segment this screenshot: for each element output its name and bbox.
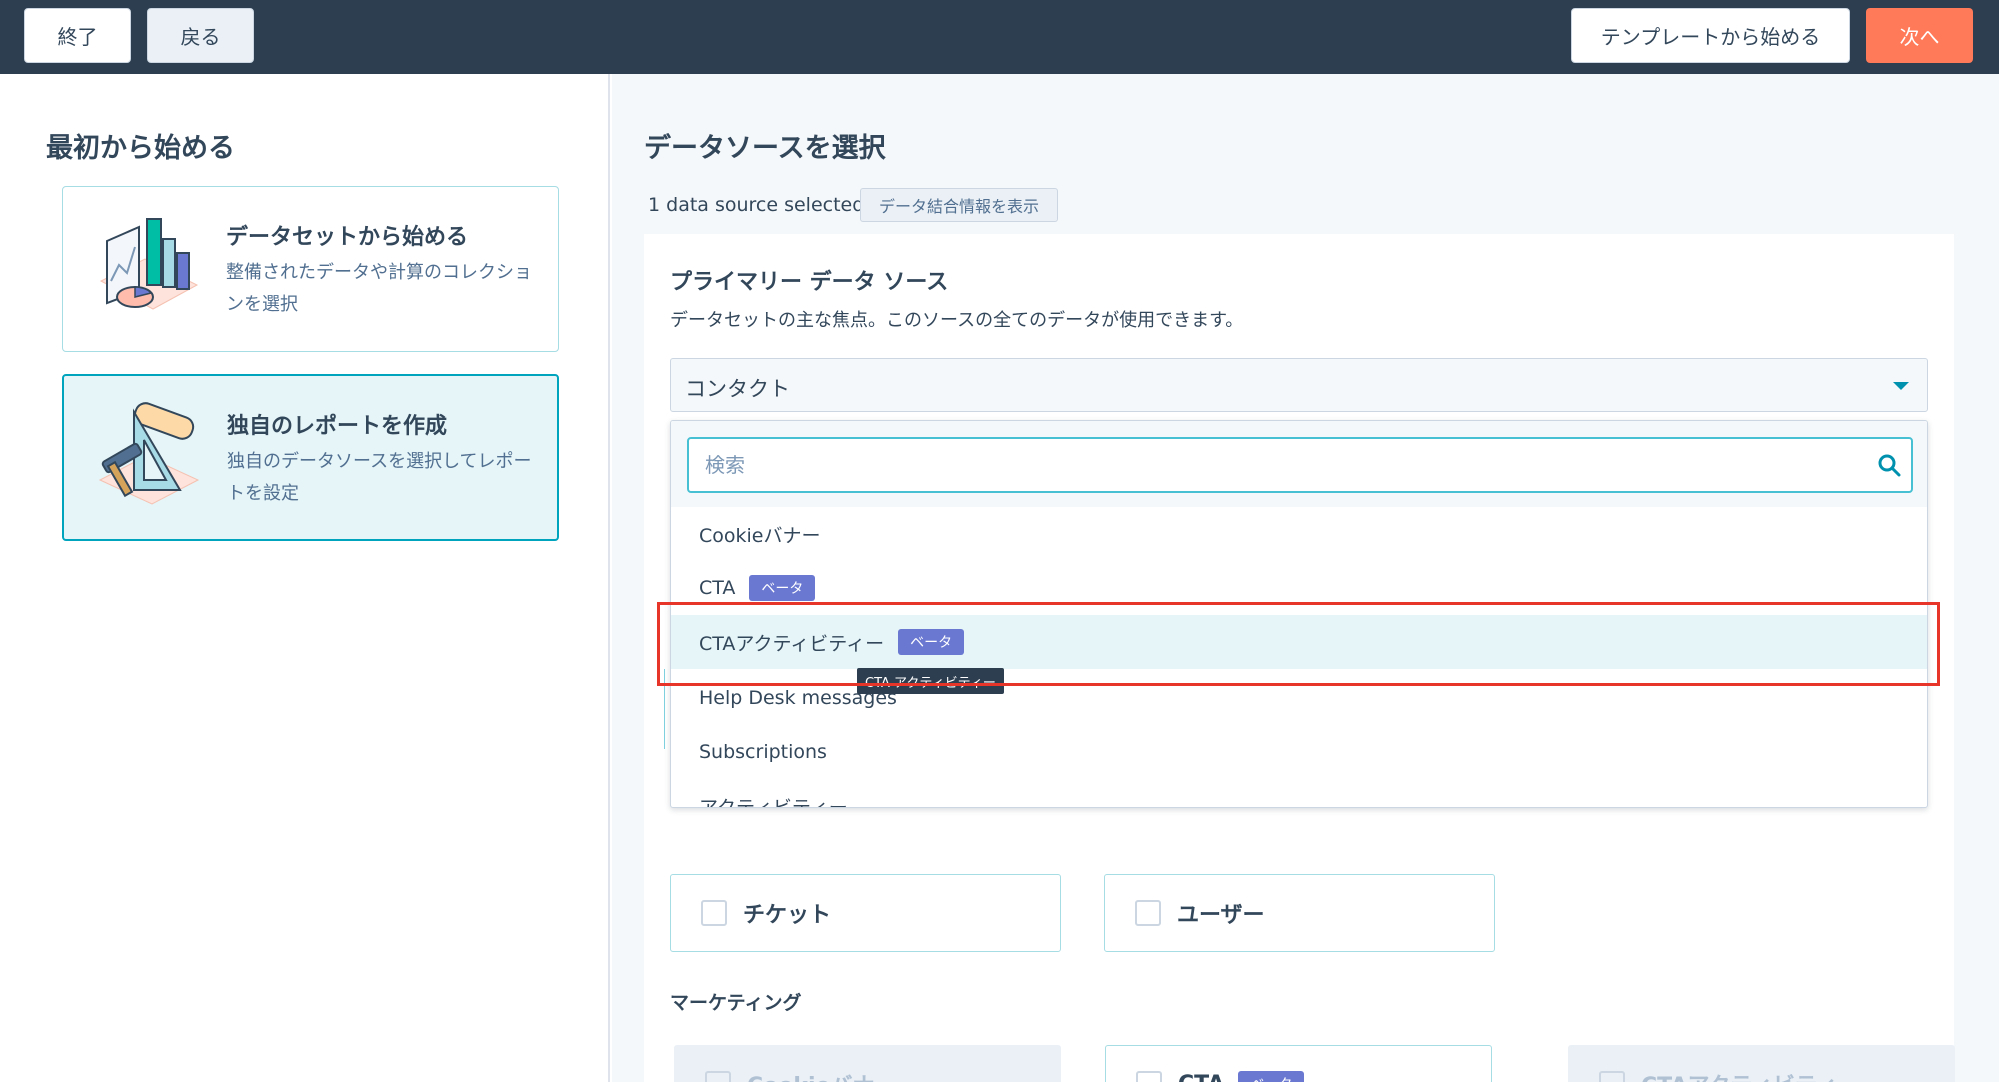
cta-checkbox[interactable] xyxy=(1136,1071,1162,1082)
search-icon[interactable] xyxy=(1877,453,1901,477)
data-source-dropdown: Cookieバナー CTA ベータ CTAアクティビティー ベータ Help D… xyxy=(670,420,1928,808)
marketing-section-label: マーケティング xyxy=(670,992,802,1014)
view-join-info-button[interactable]: データ結合情報を表示 xyxy=(860,188,1058,222)
dropdown-item-label: Cookieバナー xyxy=(699,524,821,547)
cookie-banner-checkbox xyxy=(705,1071,731,1082)
data-source-title: データソースを選択 xyxy=(644,133,886,164)
custom-report-title: 独自のレポートを作成 xyxy=(227,414,448,439)
ticket-label: チケット xyxy=(743,903,832,928)
primary-source-select[interactable]: コンタクト xyxy=(670,358,1928,412)
dataset-chart-icon xyxy=(99,218,199,310)
cta-activity-checkbox xyxy=(1599,1071,1625,1082)
dropdown-search-input[interactable] xyxy=(687,437,1913,493)
next-button[interactable]: 次へ xyxy=(1866,8,1973,63)
dropdown-item-label: アクティビティー xyxy=(699,796,848,808)
object-card-ticket[interactable]: チケット xyxy=(670,874,1061,952)
beta-badge: ベータ xyxy=(749,575,816,601)
dropdown-item-cta-activity[interactable]: CTAアクティビティー ベータ xyxy=(671,615,1927,669)
dropdown-item-activity[interactable]: アクティビティー xyxy=(671,779,1927,808)
caret-down-icon xyxy=(1893,382,1909,390)
ruler-tools-icon xyxy=(98,402,200,505)
dropdown-search-area xyxy=(671,421,1927,507)
top-bar: 終了 戻る テンプレートから始める 次へ xyxy=(0,0,1999,74)
dropdown-item-subscriptions[interactable]: Subscriptions xyxy=(671,725,1927,779)
dropdown-item-label: CTA xyxy=(699,577,736,599)
marketing-card-cta[interactable]: CTA ベータ xyxy=(1105,1045,1492,1082)
object-card-user[interactable]: ユーザー xyxy=(1104,874,1495,952)
cta-label: CTA xyxy=(1178,1072,1224,1082)
dropdown-item-label: Subscriptions xyxy=(699,741,827,763)
ticket-checkbox[interactable] xyxy=(701,900,727,926)
user-label: ユーザー xyxy=(1177,903,1265,928)
primary-source-value: コンタクト xyxy=(685,377,790,401)
primary-source-desc: データセットの主な焦点。このソースの全てのデータが使用できます。 xyxy=(670,310,1244,331)
dropdown-item-cta[interactable]: CTA ベータ xyxy=(671,561,1927,615)
cookie-banner-label: Cookieバナー xyxy=(747,1068,896,1082)
dataset-start-desc: 整備されたデータや計算のコレクションを選択 xyxy=(226,262,532,315)
left-panel: 最初から始める データセットから始める 整備されたデータや計算のコレクションを選… xyxy=(0,74,610,1082)
dropdown-item-label: CTAアクティビティー xyxy=(699,632,885,655)
back-button[interactable]: 戻る xyxy=(147,8,254,63)
left-panel-title: 最初から始める xyxy=(46,133,235,164)
custom-report-card[interactable]: 独自のレポートを作成 独自のデータソースを選択してレポートを設定 xyxy=(62,374,559,541)
exit-button[interactable]: 終了 xyxy=(24,8,131,63)
beta-badge: ベータ xyxy=(1238,1071,1305,1082)
dropdown-item-cookie-banner[interactable]: Cookieバナー xyxy=(671,507,1927,561)
beta-badge: ベータ xyxy=(898,629,965,655)
user-checkbox[interactable] xyxy=(1135,900,1161,926)
marketing-card-cta-activity: CTAアクティビティー ... xyxy=(1568,1045,1955,1082)
custom-report-desc: 独自のデータソースを選択してレポートを設定 xyxy=(227,451,532,504)
selected-count-text: 1 data source selected xyxy=(648,194,865,216)
primary-source-title: プライマリー データ ソース xyxy=(670,270,949,295)
dataset-start-card[interactable]: データセットから始める 整備されたデータや計算のコレクションを選択 xyxy=(62,186,559,352)
start-from-template-button[interactable]: テンプレートから始める xyxy=(1571,8,1850,63)
cta-activity-label: CTAアクティビティー ... xyxy=(1641,1068,1892,1082)
dataset-start-title: データセットから始める xyxy=(226,225,469,250)
item-tooltip: CTA アクティビティー xyxy=(857,668,1004,694)
marketing-card-cookie-banner: Cookieバナー xyxy=(674,1045,1061,1082)
